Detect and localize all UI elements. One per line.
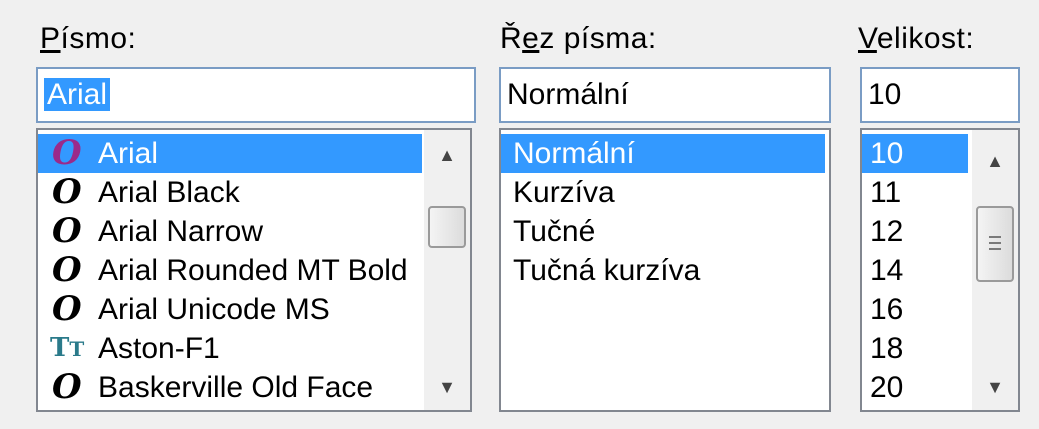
scrollbar-thumb[interactable] — [428, 206, 466, 248]
font-style-list-item[interactable]: Tučná kurzíva — [501, 251, 825, 290]
font-name-input-value: Arial — [44, 78, 111, 111]
size-list-scrollbar[interactable]: ▲ ▼ — [972, 130, 1018, 410]
font-style-list-item[interactable]: Tučné — [501, 212, 825, 251]
font-list[interactable]: O Arial O Arial Black O Arial Narrow O A… — [36, 128, 472, 412]
font-size-list-item[interactable]: 14 — [862, 251, 968, 290]
font-size-list-item[interactable]: 16 — [862, 290, 968, 329]
font-list-item[interactable]: O Arial Black — [38, 173, 422, 212]
font-size-input-value: 10 — [868, 78, 902, 111]
opentype-icon: O — [52, 289, 82, 329]
font-size-list-item[interactable]: 20 — [862, 368, 968, 407]
opentype-icon: O — [52, 250, 82, 290]
font-size-list[interactable]: 10 11 12 14 16 18 20 ▲ ▼ — [860, 128, 1020, 412]
font-list-item[interactable]: O Arial — [38, 134, 422, 173]
opentype-icon: O — [52, 133, 82, 173]
font-label: Písmo: — [40, 22, 137, 55]
font-size-input[interactable]: 10 — [860, 67, 1020, 123]
font-list-item[interactable]: O Arial Narrow — [38, 212, 422, 251]
scroll-up-arrow-icon[interactable]: ▲ — [424, 138, 470, 172]
font-size-list-item[interactable]: 18 — [862, 329, 968, 368]
font-style-list[interactable]: Normální Kurzíva Tučné Tučná kurzíva — [499, 128, 831, 412]
font-list-item[interactable]: O Arial Rounded MT Bold — [38, 251, 422, 290]
font-name-input[interactable]: Arial — [36, 67, 476, 123]
font-size-list-item[interactable]: 12 — [862, 212, 968, 251]
font-style-label: Řez písma: — [500, 22, 657, 55]
font-list-item[interactable]: O Baskerville Old Face — [38, 368, 422, 407]
opentype-icon: O — [52, 211, 82, 251]
font-style-list-item[interactable]: Kurzíva — [501, 173, 825, 212]
font-style-input-value: Normální — [507, 78, 629, 111]
font-size-list-item[interactable]: 10 — [862, 134, 968, 173]
opentype-icon: O — [52, 367, 82, 407]
truetype-icon: TT — [50, 333, 85, 363]
grip-icon — [989, 236, 1001, 254]
scroll-down-arrow-icon[interactable]: ▼ — [972, 370, 1018, 404]
scroll-up-arrow-icon[interactable]: ▲ — [972, 144, 1018, 178]
scrollbar-thumb[interactable] — [976, 206, 1014, 282]
font-list-item[interactable]: TT Aston-F1 — [38, 329, 422, 368]
font-style-list-item[interactable]: Normální — [501, 134, 825, 173]
opentype-icon: O — [52, 172, 82, 212]
scroll-down-arrow-icon[interactable]: ▼ — [424, 370, 470, 404]
font-list-item[interactable]: O Arial Unicode MS — [38, 290, 422, 329]
size-label: Velikost: — [858, 22, 975, 55]
font-style-input[interactable]: Normální — [499, 67, 831, 123]
font-size-list-item[interactable]: 11 — [862, 173, 968, 212]
font-list-scrollbar[interactable]: ▲ ▼ — [424, 130, 470, 410]
